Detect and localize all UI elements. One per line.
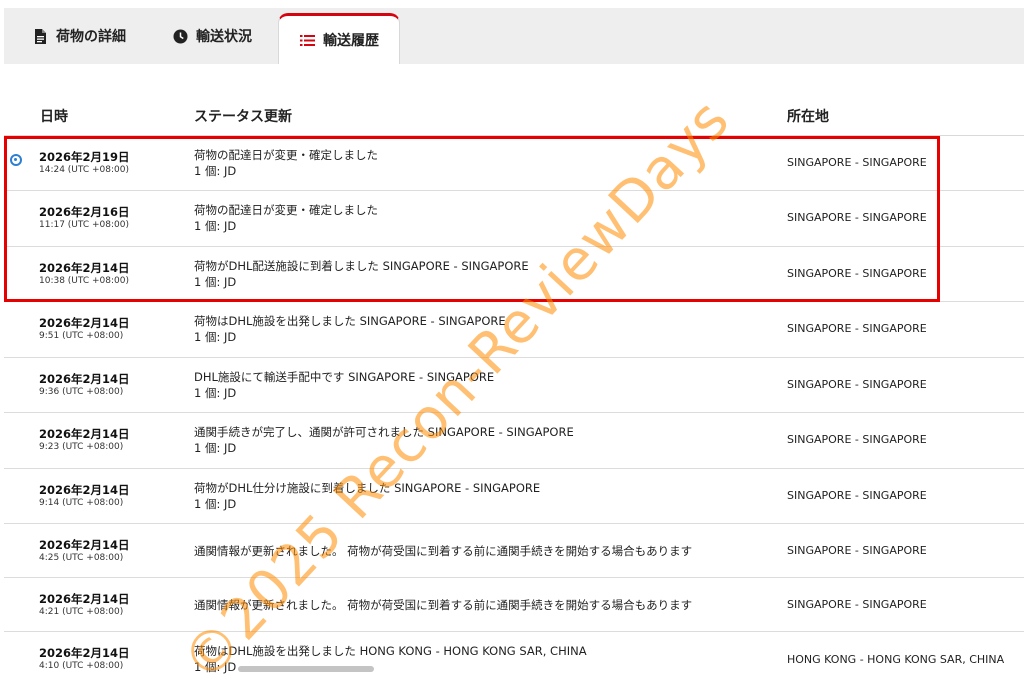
header-status: ステータス更新 (194, 109, 292, 125)
status-text: 荷物の配達日が変更・確定しました (194, 203, 378, 217)
event-date: 2026年2月19日 (39, 150, 130, 164)
status-detail: 1 個: JD (194, 497, 237, 511)
event-date: 2026年2月14日 (39, 316, 130, 330)
event-location: HONG KONG - HONG KONG SAR, CHINA (787, 653, 1005, 666)
tab-shipment-details[interactable]: 荷物の詳細 (32, 8, 126, 64)
tab-transit-history[interactable]: 輸送履歴 (278, 13, 400, 64)
event-date: 2026年2月14日 (39, 261, 130, 275)
table-row: 2026年2月14日 9:51 (UTC +08:00) 荷物はDHL施設を出発… (4, 302, 1024, 358)
table-row: 2026年2月19日 14:24 (UTC +08:00) 荷物の配達日が変更・… (4, 136, 1024, 191)
document-icon (32, 28, 48, 44)
clock-icon (172, 28, 188, 44)
event-time: 9:23 (UTC +08:00) (39, 442, 124, 452)
table-row: 2026年2月14日 4:10 (UTC +08:00) 荷物はDHL施設を出発… (4, 632, 1024, 687)
event-date: 2026年2月14日 (39, 592, 130, 606)
tab-label: 輸送状況 (196, 29, 252, 45)
status-text: 荷物はDHL施設を出発しました HONG KONG - HONG KONG SA… (194, 644, 587, 658)
event-date: 2026年2月14日 (39, 538, 130, 552)
event-location: SINGAPORE - SINGAPORE (787, 267, 927, 280)
status-detail: 1 個: JD (194, 660, 237, 674)
status-text: 荷物がDHL配送施設に到着しました SINGAPORE - SINGAPORE (194, 259, 529, 273)
event-time: 4:10 (UTC +08:00) (39, 661, 124, 671)
event-time: 4:25 (UTC +08:00) (39, 553, 124, 563)
status-text: DHL施設にて輸送手配中です SINGAPORE - SINGAPORE (194, 370, 495, 384)
event-date: 2026年2月16日 (39, 205, 130, 219)
status-text: 通関情報が更新されました。 荷物が荷受国に到着する前に通関手続きを開始する場合も… (194, 598, 693, 612)
status-text: 荷物がDHL仕分け施設に到着しました SINGAPORE - SINGAPORE (194, 481, 541, 495)
event-date: 2026年2月14日 (39, 372, 130, 386)
tab-transit-status[interactable]: 輸送状況 (172, 8, 252, 64)
table-row: 2026年2月14日 4:25 (UTC +08:00) 通関情報が更新されまし… (4, 524, 1024, 578)
table-row: 2026年2月14日 9:14 (UTC +08:00) 荷物がDHL仕分け施設… (4, 469, 1024, 524)
table-row: 2026年2月14日 9:36 (UTC +08:00) DHL施設にて輸送手配… (4, 358, 1024, 413)
event-time: 9:36 (UTC +08:00) (39, 387, 124, 397)
event-time: 14:24 (UTC +08:00) (39, 165, 129, 175)
tab-label: 輸送履歴 (323, 33, 379, 49)
event-time: 9:51 (UTC +08:00) (39, 331, 124, 341)
event-location: SINGAPORE - SINGAPORE (787, 211, 927, 224)
table-row: 2026年2月16日 11:17 (UTC +08:00) 荷物の配達日が変更・… (4, 191, 1024, 247)
header-datetime: 日時 (40, 109, 68, 125)
event-time: 9:14 (UTC +08:00) (39, 498, 124, 508)
table-row: 2026年2月14日 10:38 (UTC +08:00) 荷物がDHL配送施設… (4, 247, 1024, 302)
status-detail: 1 個: JD (194, 330, 237, 344)
status-detail: 1 個: JD (194, 219, 237, 233)
current-status-icon (10, 154, 22, 166)
status-text: 通関情報が更新されました。 荷物が荷受国に到着する前に通関手続きを開始する場合も… (194, 544, 693, 558)
event-date: 2026年2月14日 (39, 646, 130, 660)
list-icon (299, 32, 315, 48)
event-date: 2026年2月14日 (39, 427, 130, 441)
event-location: SINGAPORE - SINGAPORE (787, 322, 927, 335)
status-text: 通関手続きが完了し、通関が許可されました SINGAPORE - SINGAPO… (194, 425, 574, 439)
status-detail: 1 個: JD (194, 164, 237, 178)
event-date: 2026年2月14日 (39, 483, 130, 497)
table-row: 2026年2月14日 9:23 (UTC +08:00) 通関手続きが完了し、通… (4, 413, 1024, 469)
event-location: SINGAPORE - SINGAPORE (787, 433, 927, 446)
event-time: 11:17 (UTC +08:00) (39, 220, 129, 230)
status-detail: 1 個: JD (194, 275, 237, 289)
event-location: SINGAPORE - SINGAPORE (787, 544, 927, 557)
event-location: SINGAPORE - SINGAPORE (787, 156, 927, 169)
header-location: 所在地 (787, 109, 829, 125)
event-location: SINGAPORE - SINGAPORE (787, 489, 927, 502)
status-detail: 1 個: JD (194, 441, 237, 455)
event-location: SINGAPORE - SINGAPORE (787, 378, 927, 391)
event-time: 10:38 (UTC +08:00) (39, 276, 129, 286)
status-detail: 1 個: JD (194, 386, 237, 400)
tab-label: 荷物の詳細 (56, 29, 126, 45)
tab-bar: 荷物の詳細 輸送状況 輸送履歴 (4, 8, 1024, 64)
event-time: 4:21 (UTC +08:00) (39, 607, 124, 617)
horizontal-scrollbar[interactable] (238, 666, 374, 672)
event-location: SINGAPORE - SINGAPORE (787, 598, 927, 611)
table-row: 2026年2月14日 4:21 (UTC +08:00) 通関情報が更新されまし… (4, 578, 1024, 632)
status-text: 荷物の配達日が変更・確定しました (194, 148, 378, 162)
status-text: 荷物はDHL施設を出発しました SINGAPORE - SINGAPORE (194, 314, 506, 328)
